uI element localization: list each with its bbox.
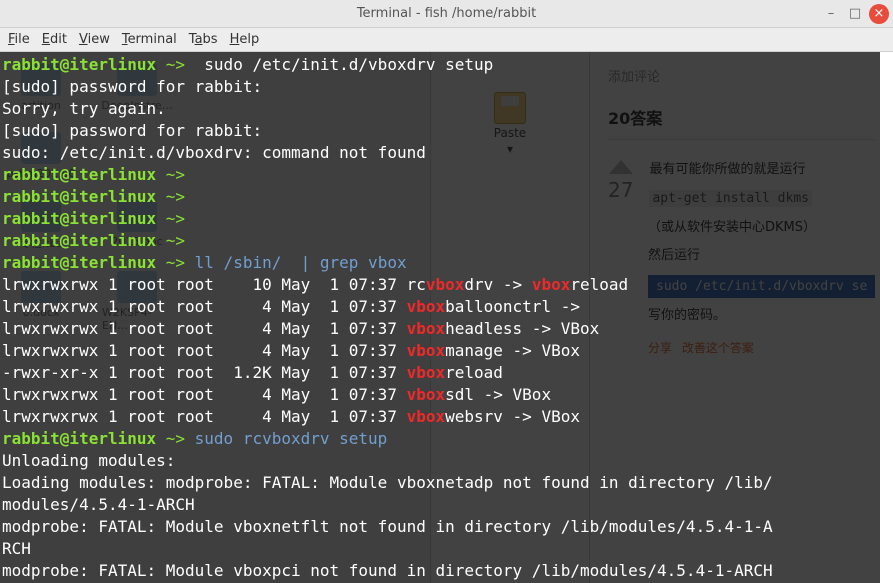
minimize-button[interactable]: – — [821, 4, 841, 24]
menu-view[interactable]: View — [79, 32, 110, 47]
maximize-button[interactable]: □ — [845, 4, 865, 24]
window-controls: – □ × — [821, 4, 889, 24]
menu-tabs[interactable]: Tabs — [189, 32, 218, 47]
workspace: artition DeepInstre… psbm201.60 专栏.tbz 2… — [0, 52, 893, 583]
window-title: Terminal - fish /home/rabbit — [357, 6, 536, 21]
menu-file[interactable]: File — [8, 32, 30, 47]
menu-edit[interactable]: Edit — [42, 32, 67, 47]
menubar: File Edit View Terminal Tabs Help — [0, 28, 893, 52]
close-button[interactable]: × — [869, 4, 889, 24]
window-titlebar: Terminal - fish /home/rabbit – □ × — [0, 0, 893, 28]
menu-terminal[interactable]: Terminal — [122, 32, 177, 47]
menu-help[interactable]: Help — [230, 32, 260, 47]
terminal-output[interactable]: rabbit@iterlinux ~> sudo /etc/init.d/vbo… — [0, 52, 880, 583]
